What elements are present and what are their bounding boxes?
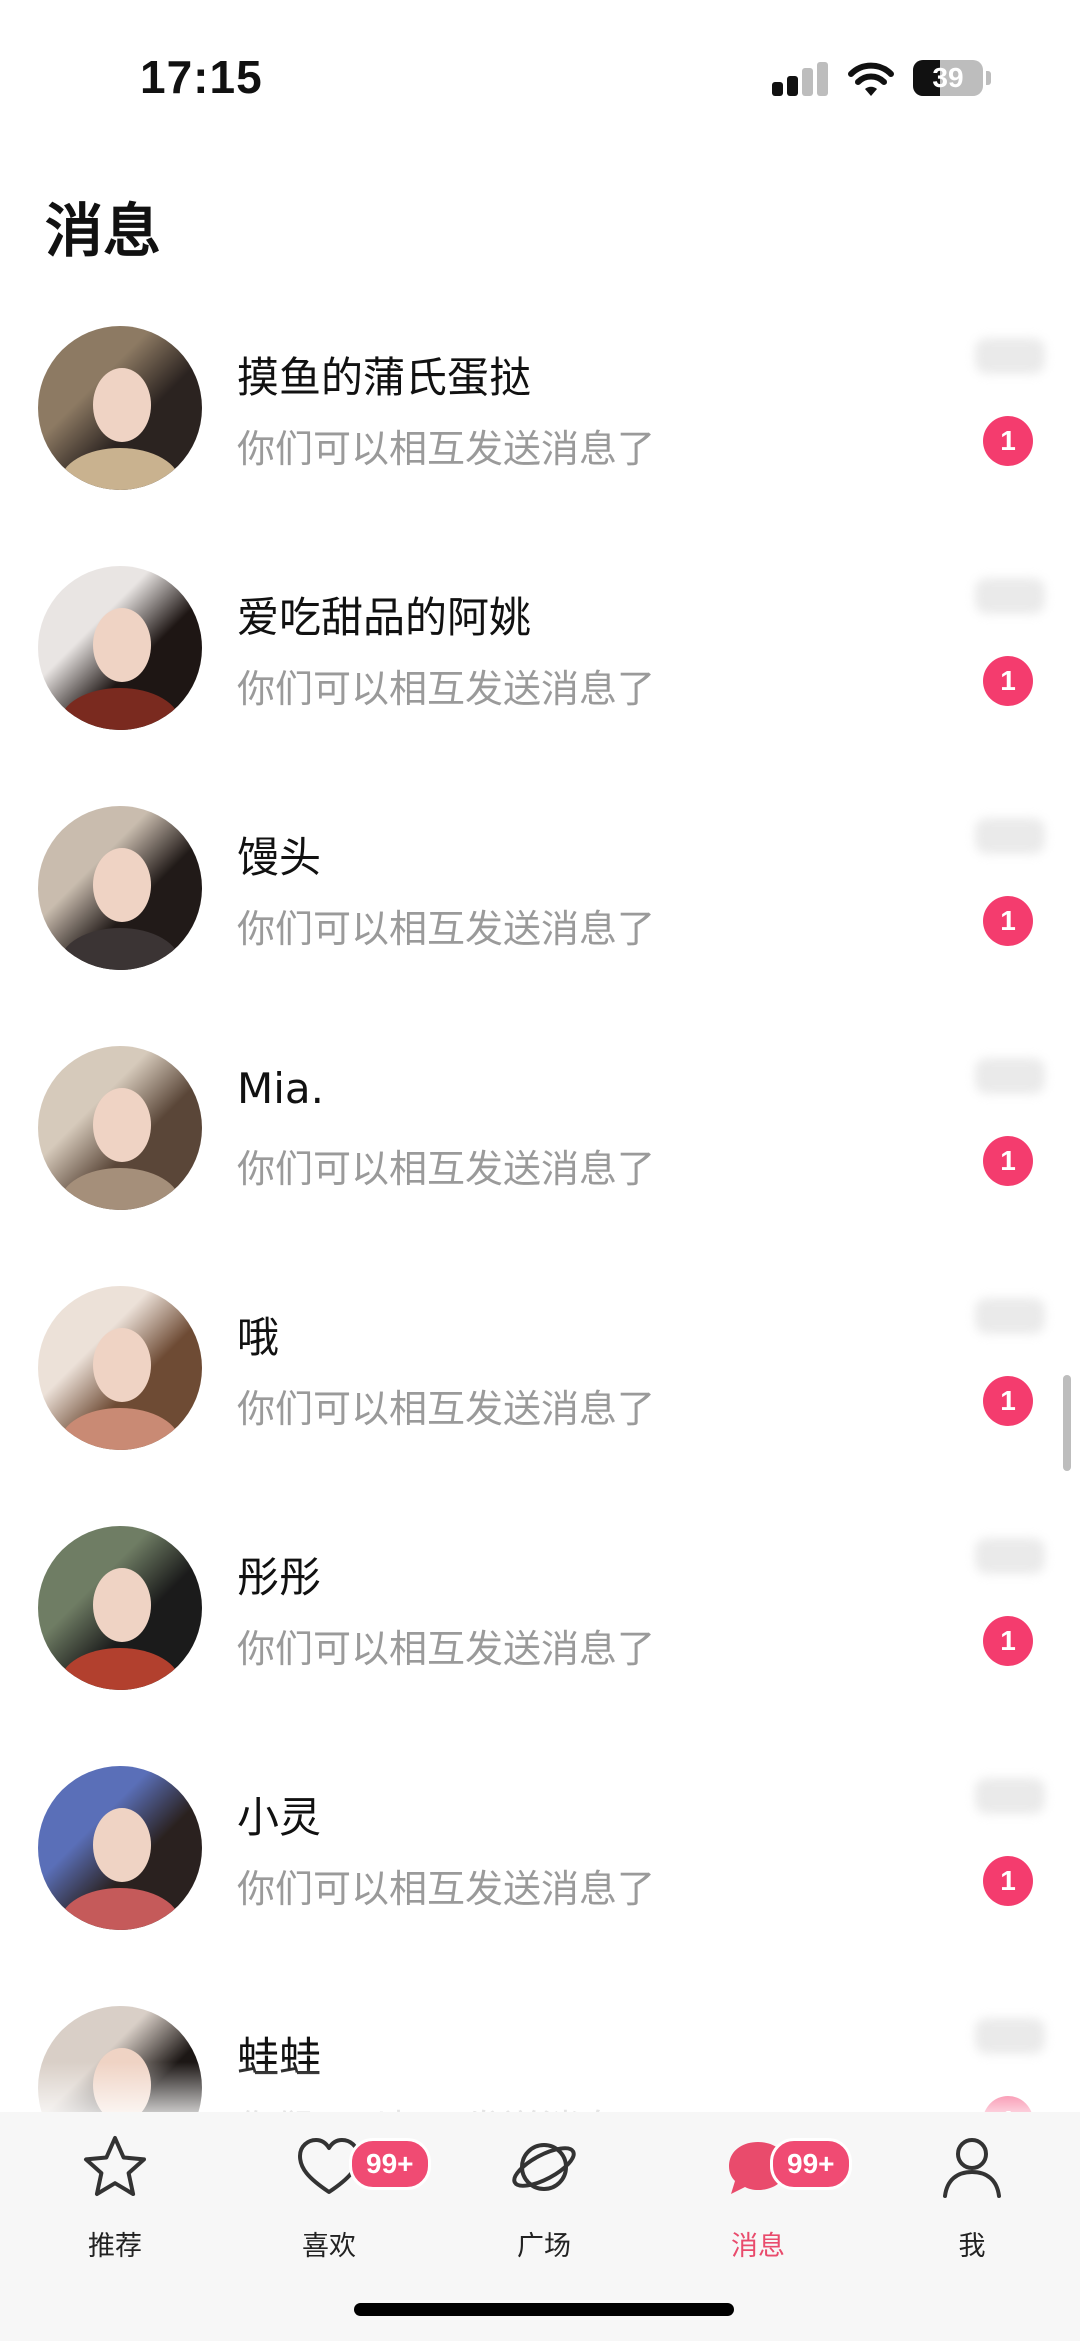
chat-list-item[interactable]: 摸鱼的蒲氏蛋挞 你们可以相互发送消息了 1	[0, 318, 1080, 558]
chat-time-blurred	[975, 578, 1045, 614]
tab-label: 广场	[517, 2231, 571, 2262]
tab-recommend[interactable]: 推荐	[45, 2132, 185, 2262]
status-time: 17:15	[140, 51, 263, 103]
tab-label: 消息	[731, 2231, 785, 2262]
chat-preview: 你们可以相互发送消息了	[237, 1627, 656, 1671]
unread-badge: 1	[983, 1136, 1033, 1186]
chat-preview: 你们可以相互发送消息了	[237, 667, 656, 711]
avatar[interactable]	[38, 1766, 202, 1930]
chat-name: 摸鱼的蒲氏蛋挞	[237, 353, 532, 402]
chat-time-blurred	[975, 1538, 1045, 1574]
unread-badge: 1	[983, 896, 1033, 946]
unread-badge: 1	[983, 416, 1033, 466]
tab-label: 喜欢	[302, 2231, 356, 2262]
tab-label: 我	[958, 2231, 986, 2262]
battery-cap	[986, 71, 991, 85]
unread-badge: 1	[983, 1376, 1033, 1426]
tab-messages[interactable]: 消息 99+	[688, 2132, 852, 2262]
chat-name: 小灵	[237, 1793, 322, 1842]
chat-time-blurred	[975, 818, 1045, 854]
chat-preview: 你们可以相互发送消息了	[237, 907, 656, 951]
signal-icon	[772, 62, 830, 100]
chat-list-item[interactable]: 彤彤 你们可以相互发送消息了 1	[0, 1518, 1080, 1758]
chat-preview: 你们可以相互发送消息了	[237, 427, 656, 471]
tab-bar: 推荐 喜欢 99+ 广场 消息 99+ 我	[0, 2112, 1080, 2341]
chat-name: Mia.	[237, 1064, 324, 1113]
chat-time-blurred	[975, 2018, 1045, 2054]
scroll-indicator[interactable]	[1063, 1375, 1071, 1471]
chat-time-blurred	[975, 1058, 1045, 1094]
chat-name: 馒头	[237, 833, 322, 882]
wifi-icon	[848, 62, 894, 96]
status-bar: 17:15 39	[0, 0, 1080, 150]
tab-likes[interactable]: 喜欢 99+	[259, 2132, 431, 2262]
tab-badge: 99+	[349, 2138, 431, 2190]
page-title: 消息	[45, 197, 162, 265]
chat-list-item[interactable]: 爱吃甜品的阿姚 你们可以相互发送消息了 1	[0, 558, 1080, 798]
person-icon	[943, 2138, 1001, 2198]
chat-name: 彤彤	[237, 1553, 322, 1602]
tab-square[interactable]: 广场	[474, 2132, 614, 2262]
chat-preview: 你们可以相互发送消息了	[237, 1147, 656, 1191]
unread-badge: 1	[983, 656, 1033, 706]
battery-level: 39	[932, 62, 964, 93]
planet-icon	[512, 2143, 576, 2191]
tab-badge: 99+	[770, 2138, 852, 2190]
chat-list-item[interactable]: 哦 你们可以相互发送消息了 1	[0, 1278, 1080, 1518]
unread-badge: 1	[983, 1616, 1033, 1666]
avatar[interactable]	[38, 1526, 202, 1690]
chat-preview: 你们可以相互发送消息了	[237, 1867, 656, 1911]
avatar[interactable]	[38, 326, 202, 490]
tab-label: 推荐	[88, 2231, 142, 2262]
tab-me[interactable]: 我	[902, 2132, 1042, 2262]
unread-badge: 1	[983, 1856, 1033, 1906]
chat-time-blurred	[975, 338, 1045, 374]
chat-list-item[interactable]: Mia. 你们可以相互发送消息了 1	[0, 1038, 1080, 1278]
avatar[interactable]	[38, 806, 202, 970]
avatar[interactable]	[38, 1286, 202, 1450]
star-icon	[84, 2136, 146, 2196]
avatar[interactable]	[38, 566, 202, 730]
chat-time-blurred	[975, 1778, 1045, 1814]
battery-icon: 39	[913, 60, 983, 96]
chat-name: 哦	[237, 1313, 280, 1362]
chat-list[interactable]: 摸鱼的蒲氏蛋挞 你们可以相互发送消息了 1 爱吃甜品的阿姚 你们可以相互发送消息…	[0, 318, 1080, 2112]
chat-time-blurred	[975, 1298, 1045, 1334]
chat-preview: 你们可以相互发送消息了	[237, 1387, 656, 1431]
chat-name: 爱吃甜品的阿姚	[237, 593, 532, 642]
chat-list-item[interactable]: 小灵 你们可以相互发送消息了 1	[0, 1758, 1080, 1998]
avatar[interactable]	[38, 1046, 202, 1210]
chat-list-item[interactable]: 馒头 你们可以相互发送消息了 1	[0, 798, 1080, 1038]
home-indicator[interactable]	[354, 2303, 734, 2316]
